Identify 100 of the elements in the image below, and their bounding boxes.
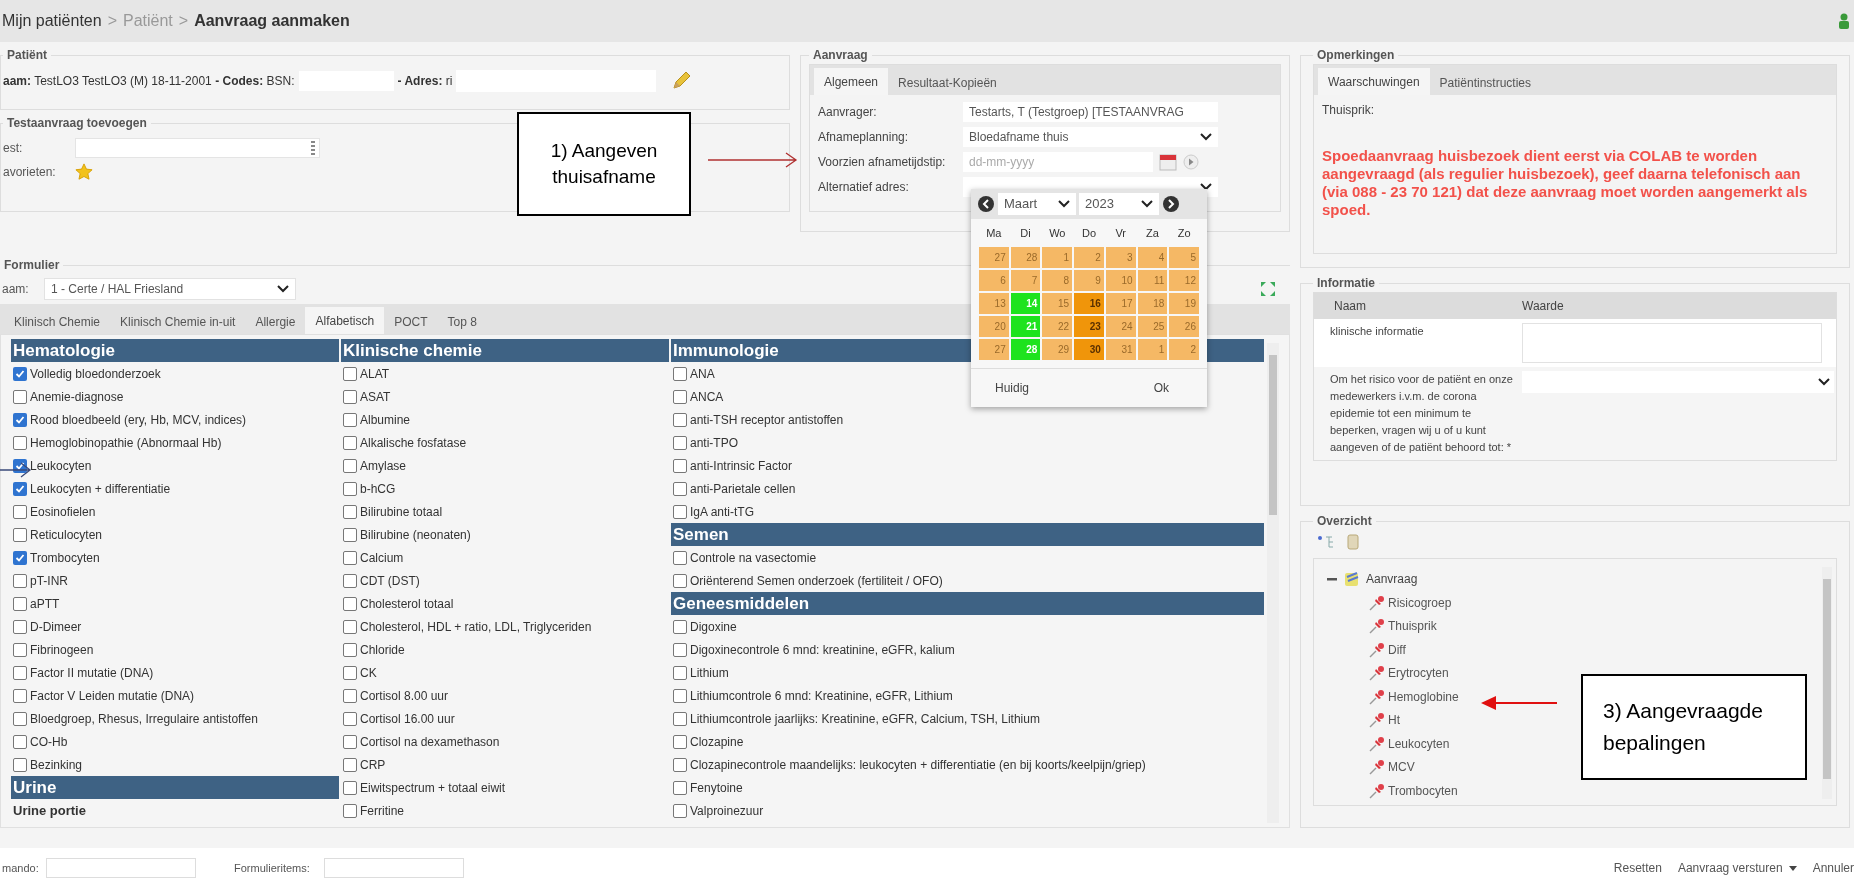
test-label[interactable]: Cortisol 16.00 uur [360,709,455,728]
calendar-icon[interactable] [1159,152,1177,171]
test-label[interactable]: Cortisol na dexamethason [360,732,500,751]
tab[interactable]: Alfabetisch [305,307,385,334]
tree-item[interactable]: Leukocyten [1388,734,1450,753]
test-label[interactable]: Digoxinecontrole 6 mnd: kreatinine, eGFR, kalium [690,640,955,659]
test-label[interactable]: D-Dimeer [30,617,82,636]
checkbox[interactable] [13,550,27,565]
planning-select[interactable]: Bloedafname thuis [963,126,1218,147]
checkbox[interactable] [673,803,687,818]
test-label[interactable]: aPTT [30,594,60,613]
play-icon[interactable] [1183,153,1199,170]
previous-month-icon[interactable] [977,195,995,213]
test-label[interactable]: Lithiumcontrole 6 mnd: Kreatinine, eGFR, Lithium [690,686,953,705]
checkbox[interactable] [673,458,687,473]
test-label[interactable]: Alkalische fosfatase [360,433,467,452]
checkbox[interactable] [343,435,357,450]
checkbox[interactable] [673,619,687,634]
tree-item[interactable]: Aanvraag [1366,570,1418,588]
checkbox[interactable] [13,412,27,427]
footer-button[interactable]: Aanvraag versturen [1677,859,1797,877]
test-label[interactable]: Eiwitspectrum + totaal eiwit [360,778,506,797]
test-label[interactable]: Cholesterol totaal [360,594,454,613]
requester-field[interactable]: Testarts, T (Testgroep) [TESTAANVRAG [963,101,1218,122]
test-label[interactable]: Oriënterend Semen onderzoek (fertiliteit / OFO) [690,571,943,590]
tree-item[interactable]: Trombocyten [1388,781,1458,800]
breadcrumb-item[interactable]: Mijn patiënten [2,9,102,33]
test-label[interactable]: Valproinezuur [690,801,764,820]
tab[interactable]: Resultaat-Kopieën [888,71,1007,95]
checkbox[interactable] [13,435,27,450]
test-label[interactable]: Volledig bloedonderzoek [30,364,161,383]
calendar-day[interactable]: 16 [1074,293,1104,314]
test-label[interactable]: Digoxine [690,617,737,636]
checkbox[interactable] [673,389,687,404]
checkbox[interactable] [673,642,687,657]
test-label[interactable]: Hemoglobinopathie (Abnormaal Hb) [30,433,222,452]
command-field[interactable] [46,858,196,878]
today-button[interactable]: Huidig [995,379,1030,397]
test-label[interactable]: Controle na vasectomie [690,548,817,567]
checkbox[interactable] [343,642,357,657]
form-select[interactable]: 1 - Certe / HAL Friesland [44,278,296,300]
tab[interactable]: Waarschuwingen [1318,68,1430,95]
scrollbar[interactable] [1822,567,1832,799]
test-label[interactable]: Clozapinecontrole maandelijks: leukocyten + differentiatie (en bij koorts/keelpijn/griep) [690,755,1146,774]
checkbox[interactable] [343,688,357,703]
test-label[interactable]: Lithium [690,663,729,682]
tree-item[interactable]: Erytrocyten [1388,664,1449,683]
test-label[interactable]: Bilirubine (neonaten) [360,525,471,544]
tree-item[interactable]: Diff [1388,640,1406,659]
expand-icon[interactable] [1260,281,1276,297]
checkbox[interactable] [343,665,357,680]
test-label[interactable]: Amylase [360,456,406,475]
test-label[interactable]: Ferritine [360,801,404,820]
test-label[interactable]: Bilirubine totaal [360,502,443,521]
checkbox[interactable] [13,573,27,588]
test-label[interactable]: Cortisol 8.00 uur [360,686,449,705]
checkbox[interactable] [673,481,687,496]
tree-item[interactable]: Thuisprik [1388,617,1437,636]
test-label[interactable]: CO-Hb [30,732,68,751]
test-label[interactable]: CDT (DST) [360,571,420,590]
test-label[interactable]: IgA anti-tTG [690,502,755,521]
checkbox[interactable] [343,780,357,795]
test-label[interactable]: b-hCG [360,479,396,498]
checkbox[interactable] [343,550,357,565]
year-select[interactable]: 2023 [1079,193,1159,215]
test-label[interactable]: anti-TSH receptor antistoffen [690,410,844,429]
test-label[interactable]: Trombocyten [30,548,100,567]
checkbox[interactable] [343,711,357,726]
test-label[interactable]: Cholesterol, HDL + ratio, LDL, Triglyceriden [360,617,592,636]
checkbox[interactable] [343,389,357,404]
checkbox[interactable] [343,803,357,818]
checkbox[interactable] [673,573,687,588]
test-label[interactable]: ANCA [690,387,724,406]
test-label[interactable]: ASAT [360,387,391,406]
checkbox[interactable] [13,619,27,634]
checkbox[interactable] [13,504,27,519]
tab[interactable]: POCT [384,310,438,334]
test-label[interactable]: Factor V Leiden mutatie (DNA) [30,686,195,705]
pencil-icon[interactable] [670,70,693,92]
checkbox[interactable] [13,366,27,381]
tab[interactable]: Top 8 [437,310,487,334]
checkbox[interactable] [673,665,687,680]
user-icon[interactable] [1838,13,1850,29]
test-label[interactable]: Reticulocyten [30,525,103,544]
checkbox[interactable] [673,711,687,726]
checkbox[interactable] [673,504,687,519]
ok-button[interactable]: Ok [1153,379,1183,397]
checkbox[interactable] [13,527,27,542]
test-label[interactable]: Leukocyten + differentiatie [30,479,171,498]
checkbox[interactable] [343,412,357,427]
test-label[interactable]: Albumine [360,410,411,429]
test-label[interactable]: anti-TPO [690,433,738,452]
test-label[interactable]: Fibrinogeen [30,640,94,659]
checkbox[interactable] [13,711,27,726]
test-label[interactable]: Chloride [360,640,405,659]
checkbox[interactable] [343,458,357,473]
checkbox[interactable] [13,665,27,680]
test-label[interactable]: anti-Parietale cellen [690,479,796,498]
checkbox[interactable] [673,435,687,450]
checkbox[interactable] [13,642,27,657]
